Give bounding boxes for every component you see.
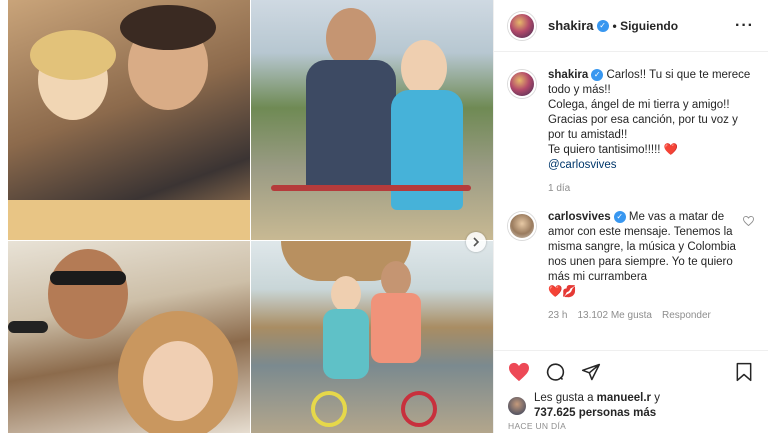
caption-time[interactable]: 1 día (548, 181, 570, 196)
avatar[interactable] (508, 212, 536, 240)
follow-status-label[interactable]: Siguiendo (620, 19, 678, 33)
face-shape (326, 8, 376, 68)
comment-bubble-icon[interactable] (544, 361, 566, 383)
post-media[interactable] (0, 0, 493, 433)
likes-count[interactable]: 737.625 personas más (534, 407, 656, 419)
caption: shakira ✓ Carlos!! Tu si que te merece to… (508, 68, 754, 196)
photo-restaurant (8, 0, 250, 240)
photo-singing (8, 241, 250, 433)
bike-wheel-shape (401, 391, 437, 427)
avatar[interactable] (508, 70, 536, 98)
face-shape (331, 276, 361, 312)
microphone-shape (8, 321, 48, 333)
comment-time[interactable]: 23 h (548, 308, 567, 323)
paper-plane-icon[interactable] (580, 361, 602, 383)
post-panel: shakira ✓ • Siguiendo ··· shakira ✓ Carlo… (493, 0, 768, 433)
comment-like-heart-icon[interactable] (743, 215, 754, 229)
header-username[interactable]: shakira (548, 18, 594, 33)
sunglasses-shape (50, 271, 126, 285)
face-shape (401, 40, 447, 96)
hair-shape (30, 30, 116, 80)
action-bar (508, 359, 755, 385)
hair-shape (120, 5, 216, 50)
follow-status[interactable]: • Siguiendo (613, 19, 679, 33)
likes-summary: Les gusta a manueel.r y 737.625 personas… (508, 391, 755, 421)
face-shape (143, 341, 213, 421)
shirt-shape (371, 293, 421, 363)
reply-button[interactable]: Responder (662, 308, 711, 323)
post-timestamp[interactable]: HACE UN DÍA (508, 421, 566, 431)
bike-frame-shape (271, 185, 471, 191)
dress-shape (323, 309, 369, 379)
face-shape (48, 249, 128, 339)
comment-likes[interactable]: 13.102 Me gusta (577, 308, 652, 323)
post-actions-area: Les gusta a manueel.r y 737.625 personas… (494, 350, 768, 421)
bike-wheel-shape (311, 391, 347, 427)
caption-line: Gracias por esa canción, por tu voz y po… (548, 114, 738, 141)
shirt-shape (306, 60, 396, 190)
comment-emojis: ❤️💋 (548, 286, 577, 298)
dress-shape (391, 90, 463, 210)
comment-item: carlosvives ✓ Me vas a matar de amor con … (508, 210, 754, 323)
bookmark-icon[interactable] (733, 361, 755, 383)
face-shape (381, 261, 411, 297)
caption-username[interactable]: shakira (548, 69, 588, 81)
post-header: shakira ✓ • Siguiendo ··· (494, 0, 768, 52)
chevron-right-icon (473, 237, 480, 247)
avatar[interactable] (508, 11, 536, 40)
likes-connector: y (654, 392, 660, 404)
liker-username[interactable]: manueel.r (597, 392, 651, 404)
verified-badge-icon: ✓ (591, 69, 604, 81)
comment-username[interactable]: carlosvives (548, 211, 611, 223)
verified-badge-icon: ✓ (596, 19, 609, 32)
caption-line: Te quiero tantisimo!!!!! (548, 144, 661, 156)
table-shape (8, 200, 250, 240)
caption-line: Colega, ángel de mi tierra y amigo!! (548, 99, 730, 111)
photo-beach (251, 241, 493, 433)
heart-emoji: ❤️ (663, 144, 679, 156)
next-slide-button[interactable] (466, 232, 486, 252)
likes-prefix: Les gusta a (534, 392, 594, 404)
more-dots-icon[interactable]: ··· (735, 17, 754, 35)
liker-avatar[interactable] (508, 397, 526, 415)
verified-badge-icon: ✓ (613, 211, 626, 223)
comments-list[interactable]: shakira ✓ Carlos!! Tu si que te merece to… (494, 52, 768, 342)
photo-bicycles (251, 0, 493, 240)
heart-filled-icon[interactable] (508, 361, 530, 383)
mention-link[interactable]: @carlosvives (548, 158, 754, 173)
